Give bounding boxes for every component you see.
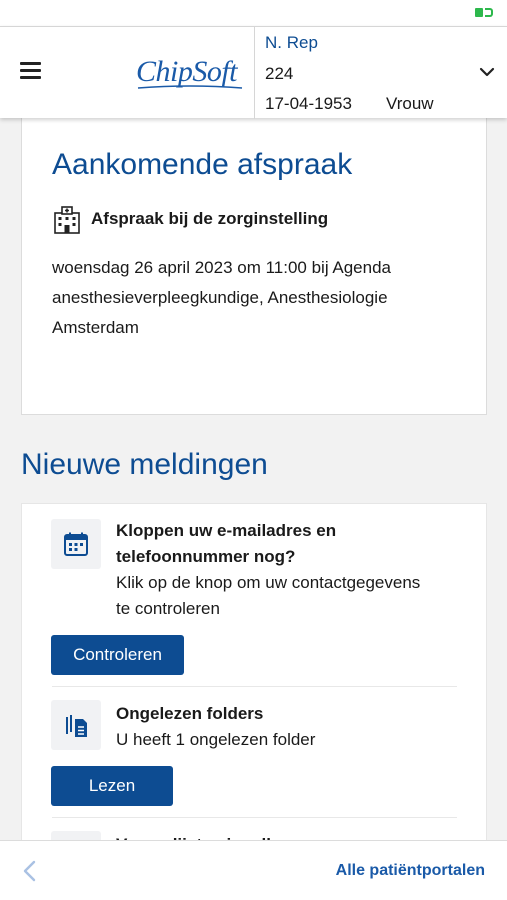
patient-id: 224 <box>265 64 294 83</box>
patient-dob: 17-04-1953 <box>265 94 352 113</box>
controleren-button[interactable]: Controleren <box>51 635 184 675</box>
status-bar <box>0 0 507 26</box>
notification-text-cont: te controleren <box>116 599 220 618</box>
divider <box>52 686 457 687</box>
logo-swoosh <box>137 85 243 89</box>
chevron-down-icon[interactable] <box>479 66 495 78</box>
divider <box>52 817 457 818</box>
patient-gender: Vrouw <box>386 94 434 113</box>
notification-title: Kloppen uw e-mailadres en <box>116 521 337 540</box>
appointment-card: Aankomende afspraak Afspraak bij de zorg… <box>21 118 487 415</box>
notifications-card: Kloppen uw e-mailadres en telefoonnummer… <box>21 503 487 840</box>
appointment-description: woensdag 26 april 2023 om 11:00 bij Agen… <box>52 258 391 337</box>
notification-title-cont: telefoonnummer nog? <box>116 547 296 566</box>
chevron-left-icon[interactable] <box>20 859 40 883</box>
appointment-subtitle: Afspraak bij de zorginstelling <box>91 209 329 228</box>
hamburger-menu-icon[interactable] <box>18 60 44 82</box>
notifications-title: Nieuwe meldingen <box>21 448 268 481</box>
notification-text: U heeft 1 ongelezen folder <box>116 730 316 749</box>
bottom-navigation-bar: Alle patiëntportalen <box>0 840 507 900</box>
calendar-icon <box>51 519 101 569</box>
notification-title: Ongelezen folders <box>116 704 264 723</box>
all-portals-link[interactable]: Alle patiëntportalen <box>336 862 485 880</box>
documents-icon <box>51 700 101 750</box>
hospital-icon <box>54 206 80 234</box>
appointment-title: Aankomende afspraak <box>52 148 353 181</box>
notification-text: Klik op de knop om uw contactgegevens <box>116 573 421 592</box>
patient-name: N. Rep <box>265 33 318 52</box>
questionnaire-icon <box>51 831 101 840</box>
battery-charging-icon <box>475 8 493 17</box>
app-header: ChipSoft N. Rep 224 17-04-1953 Vrouw <box>0 26 507 119</box>
lezen-button[interactable]: Lezen <box>51 766 173 806</box>
patient-selector[interactable]: N. Rep 224 17-04-1953 Vrouw <box>254 27 507 119</box>
main-content[interactable]: Aankomende afspraak Afspraak bij de zorg… <box>0 118 507 840</box>
notification-title: Vragenlijsten invullen <box>116 832 291 840</box>
